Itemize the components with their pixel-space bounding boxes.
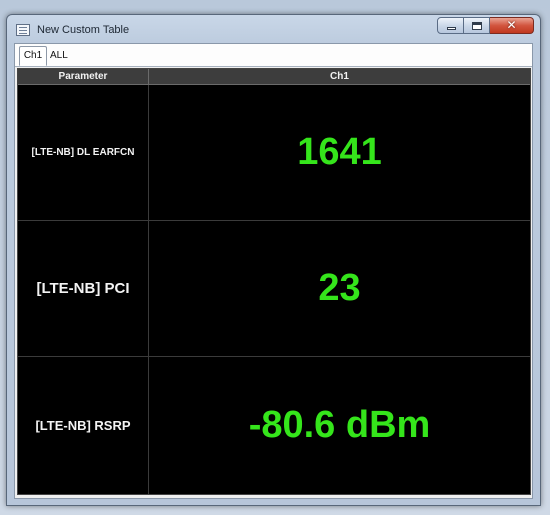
- value-cell: 23: [318, 267, 361, 309]
- value-cell: 1641: [297, 131, 382, 173]
- minimize-icon: [447, 27, 456, 30]
- parameter-cell: [LTE-NB] DL EARFCN: [18, 85, 149, 220]
- value-cell: -80.6 dBm: [248, 404, 431, 446]
- parameter-cell: [LTE-NB] PCI: [18, 221, 149, 356]
- tab-strip: Ch1 ALL: [15, 44, 532, 67]
- maximize-icon: [472, 22, 482, 30]
- close-button[interactable]: ✕: [490, 17, 534, 34]
- table-row[interactable]: [LTE-NB] PCI 23: [18, 221, 530, 357]
- column-header-ch1[interactable]: Ch1: [149, 69, 530, 85]
- close-icon: ✕: [506, 18, 517, 32]
- table-window-icon[interactable]: [16, 24, 30, 36]
- desktop-background: New Custom Table ✕ Ch1 ALL Parameter Ch1…: [0, 0, 550, 515]
- column-header-parameter[interactable]: Parameter: [18, 69, 149, 85]
- parameter-cell: [LTE-NB] RSRP: [18, 357, 149, 494]
- maximize-button[interactable]: [464, 17, 490, 34]
- table-row[interactable]: [LTE-NB] RSRP -80.6 dBm: [18, 357, 530, 494]
- caption-buttons: ✕: [437, 17, 534, 35]
- table-row[interactable]: [LTE-NB] DL EARFCN 1641: [18, 85, 530, 221]
- custom-table-grid: Parameter Ch1 [LTE-NB] DL EARFCN 1641 [L…: [17, 68, 531, 495]
- minimize-button[interactable]: [437, 17, 464, 34]
- tab-all[interactable]: ALL: [50, 47, 74, 65]
- window-client-area: Ch1 ALL Parameter Ch1 [LTE-NB] DL EARFCN…: [14, 43, 533, 499]
- tab-ch1[interactable]: Ch1: [19, 46, 47, 66]
- title-bar[interactable]: New Custom Table ✕: [7, 15, 540, 43]
- window-title: New Custom Table: [37, 24, 130, 36]
- custom-table-window: New Custom Table ✕ Ch1 ALL Parameter Ch1…: [6, 14, 541, 506]
